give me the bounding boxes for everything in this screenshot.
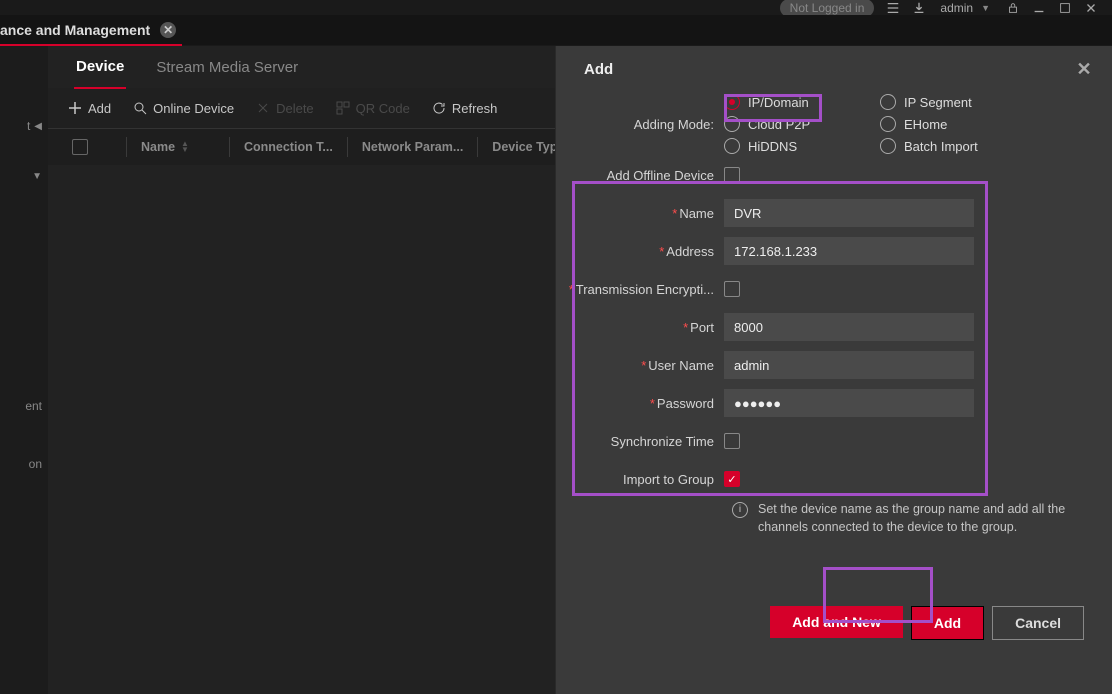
modal-title: Add — [584, 61, 613, 78]
add-device-modal: Add ✕ Adding Mode: IP/Domain IP Segment … — [555, 46, 1112, 694]
radio-icon — [880, 94, 896, 110]
radio-icon — [880, 116, 896, 132]
radio-batch-import[interactable]: Batch Import — [880, 138, 978, 154]
download-icon[interactable] — [912, 1, 926, 15]
info-icon: i — [732, 502, 748, 518]
window-topbar: Not Logged in admin ▼ — [0, 0, 1112, 15]
radio-icon — [724, 94, 740, 110]
add-button[interactable]: Add — [68, 101, 111, 116]
close-window-icon[interactable] — [1084, 1, 1098, 15]
label-encryption: *Transmission Encrypti... — [556, 282, 724, 297]
radio-hiddns[interactable]: HiDDNS — [724, 138, 820, 154]
port-input[interactable] — [724, 313, 974, 341]
label-sync-time: Synchronize Time — [556, 434, 724, 449]
column-network[interactable]: Network Param... — [362, 140, 463, 154]
label-address: *Address — [556, 244, 724, 259]
select-all-checkbox[interactable] — [72, 139, 88, 155]
delete-button: Delete — [256, 101, 314, 116]
x-icon — [256, 101, 270, 115]
modal-header: Add ✕ — [556, 46, 1112, 92]
lock-icon[interactable] — [1006, 1, 1020, 15]
left-item-ent[interactable]: ent — [0, 386, 48, 426]
page-tab-maintenance[interactable]: ance and Management ✕ — [0, 15, 190, 45]
close-icon[interactable]: ✕ — [1076, 61, 1092, 77]
import-hint: i Set the device name as the group name … — [556, 498, 1112, 536]
maximize-icon[interactable] — [1058, 1, 1072, 15]
checkbox-sync-time[interactable] — [724, 433, 740, 449]
radio-icon — [880, 138, 896, 154]
column-name[interactable]: Name▲▼ — [141, 140, 189, 154]
radio-ip-domain[interactable]: IP/Domain — [724, 94, 820, 110]
radio-icon — [724, 116, 740, 132]
label-port: *Port — [556, 320, 724, 335]
left-item-chevron[interactable]: ▼ — [0, 156, 48, 196]
label-import-group: Import to Group — [556, 472, 724, 487]
label-adding-mode: Adding Mode: — [556, 117, 724, 132]
left-rail: t◀ ▼ ent on — [0, 46, 48, 694]
radio-ehome[interactable]: EHome — [880, 116, 976, 132]
online-device-button[interactable]: Online Device — [133, 101, 234, 116]
close-icon[interactable]: ✕ — [160, 22, 176, 38]
label-offline: Add Offline Device — [556, 168, 724, 183]
label-password: *Password — [556, 396, 724, 411]
chevron-down-icon[interactable]: ▼ — [981, 3, 990, 13]
hint-text: Set the device name as the group name an… — [758, 500, 1084, 536]
add-and-new-button[interactable]: Add and New — [770, 606, 903, 638]
tab-stream-media[interactable]: Stream Media Server — [154, 46, 300, 88]
radio-ip-segment[interactable]: IP Segment — [880, 94, 976, 110]
page-tabs: ance and Management ✕ — [0, 15, 1112, 45]
checkbox-offline[interactable] — [724, 167, 740, 183]
address-input[interactable] — [724, 237, 974, 265]
modal-buttons: Add and New Add Cancel — [770, 606, 1084, 640]
qr-icon — [336, 101, 350, 115]
minimize-icon[interactable] — [1032, 1, 1046, 15]
page-tab-label: ance and Management — [0, 22, 150, 38]
adding-mode-group: IP/Domain IP Segment Cloud P2P EHome HiD… — [724, 94, 1112, 154]
username-input[interactable] — [724, 351, 974, 379]
password-input[interactable] — [724, 389, 974, 417]
radio-cloud-p2p[interactable]: Cloud P2P — [724, 116, 820, 132]
user-label: admin — [940, 1, 973, 15]
name-input[interactable] — [724, 199, 974, 227]
search-icon — [133, 101, 147, 115]
qr-code-button: QR Code — [336, 101, 410, 116]
left-item-t[interactable]: t◀ — [0, 106, 48, 146]
left-item-on[interactable]: on — [0, 444, 48, 484]
refresh-button[interactable]: Refresh — [432, 101, 498, 116]
cancel-button[interactable]: Cancel — [992, 606, 1084, 640]
radio-icon — [724, 138, 740, 154]
column-device-type[interactable]: Device Type — [492, 140, 564, 154]
list-icon[interactable] — [886, 1, 900, 15]
plus-icon — [68, 101, 82, 115]
add-button[interactable]: Add — [911, 606, 984, 640]
column-connection[interactable]: Connection T... — [244, 140, 333, 154]
refresh-icon — [432, 101, 446, 115]
checkbox-import-group[interactable]: ✓ — [724, 471, 740, 487]
checkbox-encryption[interactable] — [724, 281, 740, 297]
label-username: *User Name — [556, 358, 724, 373]
tab-device[interactable]: Device — [74, 45, 126, 89]
label-name: *Name — [556, 206, 724, 221]
